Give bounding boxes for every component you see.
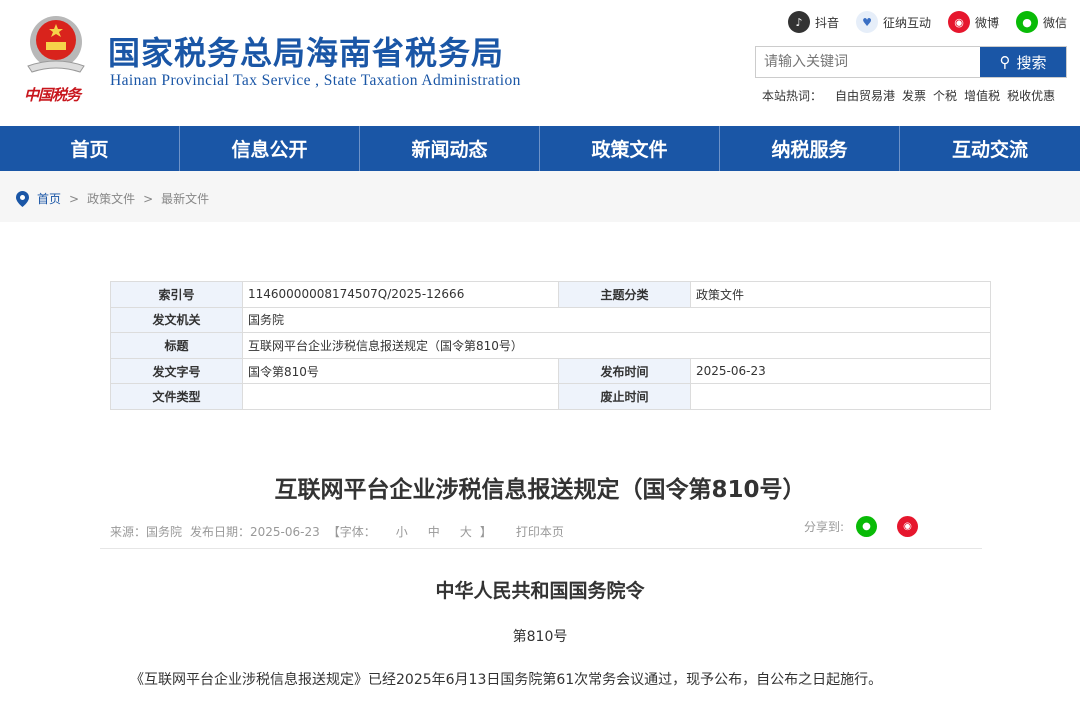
national-emblem-logo — [22, 12, 90, 80]
hot-word[interactable]: 税收优惠 — [1007, 87, 1055, 104]
social-label: 征纳互动 — [883, 15, 932, 30]
article-title: 互联网平台企业涉税信息报送规定（国令第810号） — [274, 477, 806, 503]
cell-label: 废止时间 — [558, 383, 691, 410]
breadcrumb-latest[interactable]: 最新文件 — [161, 190, 209, 207]
cell-label: 发布时间 — [558, 357, 691, 385]
nav-news[interactable]: 新闻动态 — [360, 126, 540, 171]
cell-label: 主题分类 — [558, 281, 691, 308]
table-row: 索引号 11460000008174507Q/2025-12666 主题分类 政策文件 — [110, 281, 991, 308]
hot-word[interactable]: 个税 — [933, 87, 957, 104]
search-button[interactable]: ⚲ 搜索 — [980, 47, 1066, 77]
cell-value: 国务院 — [242, 306, 991, 334]
nav-tax-service[interactable]: 纳税服务 — [720, 126, 900, 171]
search-input[interactable] — [756, 47, 980, 77]
cell-value: 2025-06-23 — [690, 357, 991, 385]
separator-icon: > — [143, 191, 154, 206]
cell-value — [690, 383, 991, 410]
social-label: 微信 — [1043, 15, 1068, 30]
location-pin-icon — [16, 190, 29, 207]
font-size-label: 【字体： — [327, 525, 376, 539]
social-label: 微博 — [975, 15, 1000, 30]
divider — [100, 548, 982, 549]
nav-home[interactable]: 首页 — [0, 126, 180, 171]
table-row: 标题 互联网平台企业涉税信息报送规定（国令第810号） — [110, 332, 991, 359]
hot-word[interactable]: 增值税 — [964, 87, 1000, 104]
breadcrumb-policy[interactable]: 政策文件 — [87, 190, 135, 207]
heart-icon: ♥ — [856, 11, 878, 33]
share-bar: 分享到: ● ◉ — [804, 516, 919, 537]
main-nav: 首页 信息公开 新闻动态 政策文件 纳税服务 互动交流 — [0, 126, 1080, 171]
breadcrumb-home[interactable]: 首页 — [37, 190, 61, 207]
weibo-icon: ◉ — [948, 11, 970, 33]
table-row: 文件类型 废止时间 — [110, 383, 991, 410]
order-number: 第810号 — [512, 629, 568, 645]
social-interaction[interactable]: ♥ 征纳互动 — [856, 11, 931, 33]
article-meta: 来源：国务院 发布日期：2025-06-23 【字体： 小 中 大 】 打印本页 — [110, 523, 564, 540]
hot-words: 本站热词： 自由贸易港 发票 个税 增值税 税收优惠 — [762, 87, 1055, 104]
article-heading: 中华人民共和国国务院令 — [435, 580, 645, 602]
font-small-button[interactable]: 小 — [396, 523, 408, 540]
weibo-share-icon[interactable]: ◉ — [897, 516, 919, 537]
china-tax-logo-text: 中国税务 — [24, 86, 81, 104]
font-medium-button[interactable]: 中 — [428, 523, 440, 540]
search-bar: ⚲ 搜索 — [755, 46, 1067, 78]
nav-info-disclosure[interactable]: 信息公开 — [180, 126, 360, 171]
hot-words-label: 本站热词： — [762, 89, 823, 103]
social-douyin[interactable]: ♪ 抖音 — [788, 11, 839, 33]
social-weibo[interactable]: ◉ 微博 — [948, 11, 999, 33]
site-name-en: Hainan Provincial Tax Service , State Ta… — [110, 72, 521, 89]
cell-value: 国令第810号 — [242, 357, 559, 385]
cell-value: 互联网平台企业涉税信息报送规定（国令第810号） — [242, 332, 991, 359]
cell-label: 索引号 — [110, 281, 243, 308]
print-button[interactable]: 打印本页 — [516, 523, 564, 540]
cell-value: 11460000008174507Q/2025-12666 — [242, 281, 559, 308]
nav-interaction[interactable]: 互动交流 — [900, 126, 1080, 171]
cell-value: 政策文件 — [690, 281, 991, 308]
cell-label: 文件类型 — [110, 383, 243, 410]
article-source: 来源：国务院 — [110, 525, 183, 539]
cell-label: 标题 — [110, 332, 243, 359]
cell-label: 发文字号 — [110, 357, 243, 385]
wechat-icon: ● — [1016, 11, 1038, 33]
table-row: 发文字号 国令第810号 发布时间 2025-06-23 — [110, 357, 991, 385]
hot-word[interactable]: 发票 — [902, 87, 926, 104]
article-date: 发布日期：2025-06-23 — [190, 525, 320, 539]
separator-icon: > — [69, 191, 80, 206]
social-wechat[interactable]: ● 微信 — [1016, 11, 1067, 33]
nav-policy[interactable]: 政策文件 — [540, 126, 720, 171]
table-row: 发文机关 国务院 — [110, 306, 991, 334]
social-label: 抖音 — [815, 15, 840, 30]
document-info-table: 索引号 11460000008174507Q/2025-12666 主题分类 政策文件… — [110, 281, 991, 410]
font-large-button[interactable]: 大 — [460, 523, 472, 540]
site-name-cn[interactable]: 国家税务总局海南省税务局 — [108, 28, 504, 74]
breadcrumb: 首页 > 政策文件 > 最新文件 — [16, 190, 209, 207]
douyin-icon: ♪ — [788, 11, 810, 33]
wechat-share-icon[interactable]: ● — [856, 516, 878, 537]
search-icon: ⚲ — [999, 53, 1011, 71]
cell-value — [242, 383, 559, 410]
hot-word[interactable]: 自由贸易港 — [835, 87, 895, 104]
search-button-label: 搜索 — [1016, 53, 1047, 72]
article-paragraph: 《互联网平台企业涉税信息报送规定》已经2025年6月13日国务院第61次常务会议… — [130, 672, 883, 688]
share-label: 分享到: — [804, 520, 845, 534]
font-size-close: 】 — [479, 525, 492, 539]
cell-label: 发文机关 — [110, 306, 243, 334]
